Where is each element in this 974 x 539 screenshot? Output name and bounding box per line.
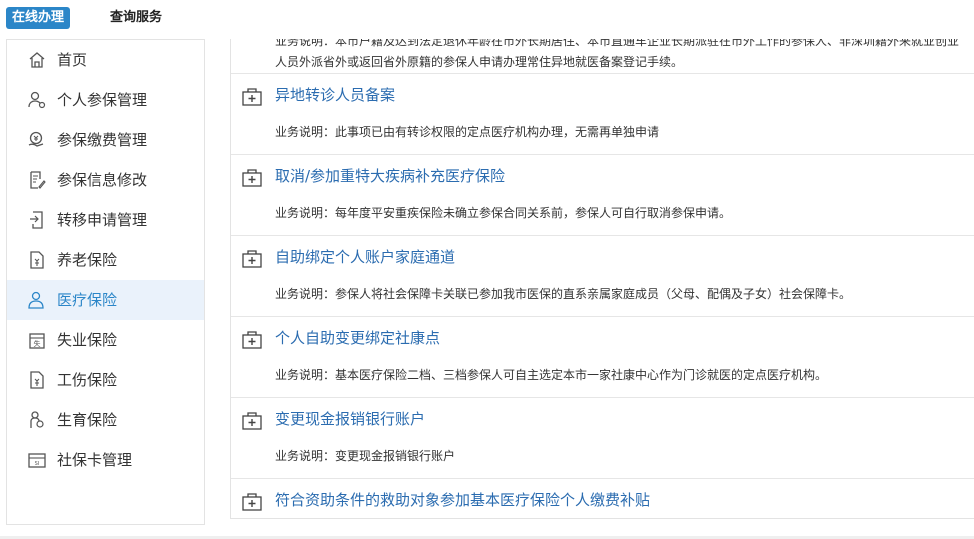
injury-doc-icon (27, 370, 47, 390)
sidebar-item-label: 工伤保险 (57, 371, 118, 389)
medical-kit-icon (241, 249, 263, 269)
pension-doc-icon (27, 250, 47, 270)
medical-kit-icon (241, 330, 263, 350)
service-description: 业务说明：参保人将社会保障卡关联已参加我市医保的直系亲属家庭成员（父母、配偶及子… (275, 287, 852, 301)
service-item: 变更现金报销银行账户 业务说明：变更现金报销银行账户 (231, 397, 974, 478)
sidebar-item-transfer[interactable]: 转移申请管理 (7, 200, 204, 240)
tab-query-service[interactable]: 查询服务 (110, 7, 162, 29)
sidebar-item-label: 参保缴费管理 (57, 131, 148, 149)
sidebar-item-label: 医疗保险 (57, 291, 118, 309)
sidebar-item-label: 社保卡管理 (57, 451, 133, 469)
medical-kit-icon (241, 168, 263, 188)
service-item: 个人自助变更绑定社康点 业务说明：基本医疗保险二档、三档参保人可自主选定本市一家… (231, 316, 974, 397)
sidebar-item-label: 养老保险 (57, 251, 118, 269)
service-title-link[interactable]: 取消/参加重特大疾病补充医疗保险 (275, 165, 505, 187)
sidebar-item-personal-insurance[interactable]: 个人参保管理 (7, 80, 204, 120)
service-title-link[interactable]: 异地转诊人员备案 (275, 84, 395, 106)
sidebar-item-unemployment[interactable]: 失 失业保险 (7, 320, 204, 360)
service-description: 业务说明：变更现金报销银行账户 (275, 449, 456, 463)
service-title-link[interactable]: 变更现金报销银行账户 (275, 408, 425, 430)
sidebar-item-injury[interactable]: 工伤保险 (7, 360, 204, 400)
sidebar-item-maternity[interactable]: 生育保险 (7, 400, 204, 440)
service-description: 业务说明：此事项已由有转诊权限的定点医疗机构办理，无需再单独申请 (275, 125, 660, 139)
home-icon (27, 50, 47, 70)
transfer-icon (27, 210, 47, 230)
medical-kit-icon (241, 411, 263, 431)
unemployment-icon: 失 (27, 330, 47, 350)
sidebar-item-label: 参保信息修改 (57, 171, 148, 189)
sidebar-item-medical[interactable]: 医疗保险 (7, 280, 204, 320)
service-item: 异地转诊人员备案 业务说明：此事项已由有转诊权限的定点医疗机构办理，无需再单独申… (231, 73, 974, 154)
payment-icon (27, 130, 47, 150)
sidebar-item-payment[interactable]: 参保缴费管理 (7, 120, 204, 160)
sidebar-item-label: 生育保险 (57, 411, 118, 429)
sidebar-item-label: 首页 (57, 51, 88, 69)
medical-person-icon (27, 290, 47, 310)
top-nav: 在线办理 查询服务 (0, 0, 974, 36)
service-description: 业务说明：基本医疗保险二档、三档参保人可自主选定本市一家社康中心作为门诊就医的定… (275, 368, 828, 382)
service-description: 业务说明：每年度平安重疾保险未确立参保合同关系前，参保人可自行取消参保申请。 (275, 206, 732, 220)
service-item: 取消/参加重特大疾病补充医疗保险 业务说明：每年度平安重疾保险未确立参保合同关系… (231, 154, 974, 235)
edit-document-icon (27, 170, 47, 190)
service-item: 自助绑定个人账户家庭通道 业务说明：参保人将社会保障卡关联已参加我市医保的直系亲… (231, 235, 974, 316)
svg-text:SI: SI (35, 461, 40, 467)
service-list: 业务说明：本市户籍及达到法定退休年龄在市外长期居住、本市直通车企业长期派驻在市外… (230, 39, 974, 519)
sidebar-item-info-edit[interactable]: 参保信息修改 (7, 160, 204, 200)
service-title-link[interactable]: 符合资助条件的救助对象参加基本医疗保险个人缴费补贴 (275, 489, 650, 511)
sidebar-item-label: 失业保险 (57, 331, 118, 349)
service-item: 符合资助条件的救助对象参加基本医疗保险个人缴费补贴 (231, 478, 974, 518)
sidebar: 首页 个人参保管理 参保缴费管理 参保信息修改 转移申请管理 养老保险 医疗保险… (6, 39, 205, 525)
service-title-link[interactable]: 自助绑定个人账户家庭通道 (275, 246, 455, 268)
sidebar-item-home[interactable]: 首页 (7, 40, 204, 80)
service-description: 业务说明：本市户籍及达到法定退休年龄在市外长期居住、本市直通车企业长期派驻在市外… (275, 39, 960, 69)
sidebar-item-label: 转移申请管理 (57, 211, 148, 229)
card-icon: SI (27, 450, 47, 470)
person-settings-icon (27, 90, 47, 110)
sidebar-item-label: 个人参保管理 (57, 91, 148, 109)
svg-text:失: 失 (34, 339, 41, 348)
medical-kit-icon (241, 87, 263, 107)
tab-online-service[interactable]: 在线办理 (6, 7, 71, 29)
sidebar-item-pension[interactable]: 养老保险 (7, 240, 204, 280)
service-title-link[interactable]: 个人自助变更绑定社康点 (275, 327, 440, 349)
medical-kit-icon (241, 492, 263, 512)
maternity-icon (27, 410, 47, 430)
sidebar-item-card[interactable]: SI 社保卡管理 (7, 440, 204, 480)
